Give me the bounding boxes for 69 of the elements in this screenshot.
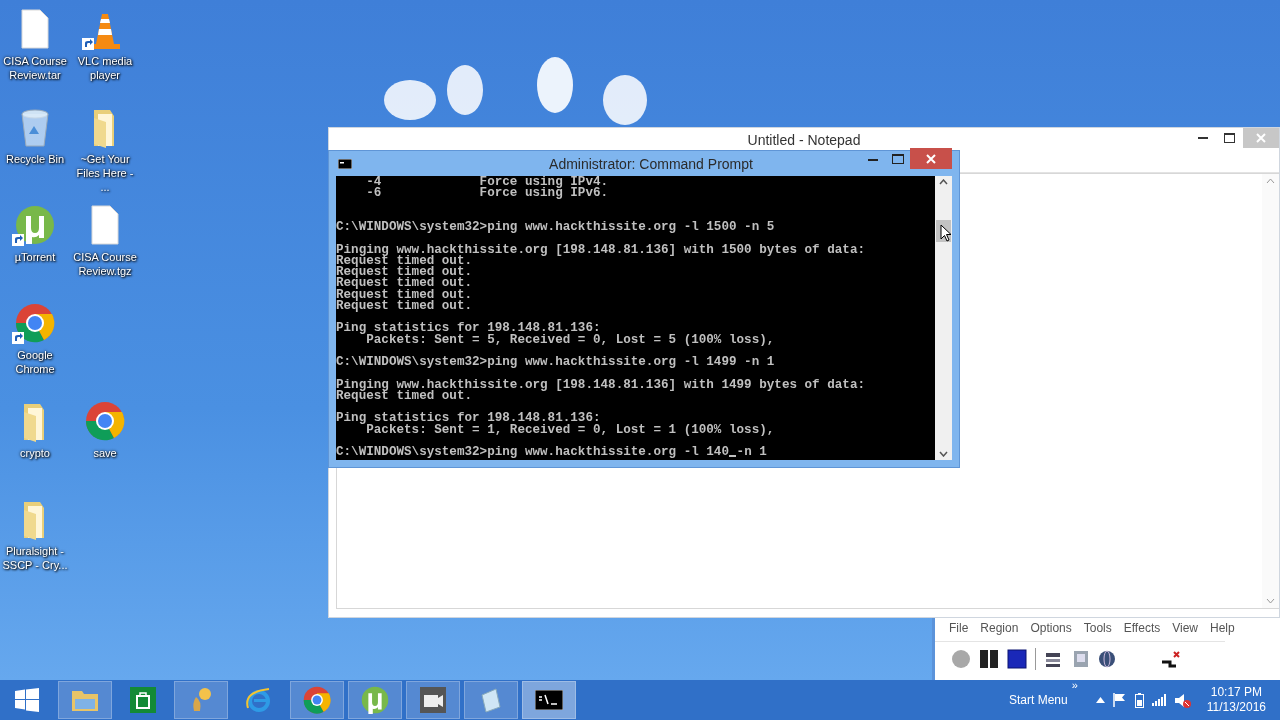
maximize-icon — [1224, 133, 1235, 143]
terminal-icon — [535, 690, 563, 710]
console-line: Pinging www.hackthissite.org [198.148.81.136] with 1499 bytes of data: — [336, 379, 867, 391]
notepad-icon — [478, 687, 504, 713]
globe-button[interactable] — [1098, 650, 1116, 668]
console-line: C:\WINDOWS\system32>ping www.hackthissite.org -l 140 — [336, 447, 729, 459]
chevron[interactable]: » — [1071, 679, 1078, 691]
taskbar-button[interactable] — [406, 681, 460, 719]
console-line: Request timed out. — [336, 278, 474, 290]
menu-item[interactable]: View — [1168, 621, 1202, 641]
window-button[interactable] — [1072, 650, 1090, 668]
console-line: Packets: Sent = 1, Received = 0, Lost = 1 (100% loss), — [365, 424, 776, 436]
console-line: Request timed out. — [336, 390, 473, 402]
muted-speaker-icon[interactable] — [1174, 692, 1191, 708]
window-title: Administrator: Command Prompt — [549, 155, 753, 172]
console-line: Packets: Sent = 5, Received = 0, Lost = 5 (100% loss), — [365, 334, 776, 346]
torrent-icon — [361, 686, 389, 714]
desktop-icon-label[interactable]: CISA Course Review.tgz — [71, 250, 139, 278]
console-line: Request timed out. — [336, 255, 473, 267]
pause-button[interactable] — [979, 649, 999, 669]
taskbar-button[interactable] — [522, 681, 576, 719]
console-line: Ping statistics for 198.148.81.136: — [336, 413, 601, 425]
date: 11/13/2016 — [1206, 700, 1266, 715]
close-button[interactable] — [910, 148, 952, 169]
menu-item[interactable]: File — [945, 621, 973, 641]
text-cursor — [729, 455, 736, 458]
time: 10:17 PM — [1210, 685, 1263, 700]
shopping-bag-icon — [130, 687, 156, 713]
desktop-icon-label[interactable]: ~Get Your Files Here - ... — [71, 152, 139, 194]
clock[interactable]: 10:17 PM 11/13/2016 — [1206, 685, 1266, 715]
menu-item[interactable]: Help — [1206, 621, 1239, 641]
close-icon — [1256, 133, 1266, 143]
desktop-icon-label[interactable]: save — [71, 446, 139, 460]
console-line: C:\WINDOWS\system32>ping www.hackthissite.org -l 1500 -n 5 — [336, 222, 776, 234]
mouse-pointer-icon — [940, 224, 952, 242]
desktop-icon-label[interactable]: crypto — [1, 446, 69, 460]
console-line: -6 Force using IPv6. — [365, 188, 610, 200]
camera-icon — [420, 687, 446, 713]
chrome-icon — [303, 686, 331, 714]
maximize-icon — [891, 153, 904, 164]
stop-button[interactable] — [1007, 649, 1027, 669]
crop-button[interactable] — [1160, 650, 1180, 668]
window-title: Untitled - Notepad — [747, 132, 861, 149]
toolbar-label[interactable]: Start Menu — [1009, 693, 1068, 707]
close-icon — [926, 153, 936, 164]
menu-item[interactable]: Region — [976, 621, 1023, 641]
terminal-icon — [338, 158, 352, 169]
console-line: -n 1 — [736, 447, 767, 459]
desktop-icon-label[interactable]: CISA Course Review.tar — [1, 54, 69, 82]
console-line: Request timed out. — [336, 289, 474, 301]
menu-item[interactable]: Tools — [1079, 621, 1116, 641]
desktop-icon-label[interactable]: VLC media player — [71, 54, 139, 82]
signal-icon[interactable] — [1151, 694, 1167, 706]
menu-item[interactable]: Options — [1026, 621, 1076, 641]
up-arrow-icon[interactable] — [1095, 697, 1105, 703]
desktop-icon-label[interactable]: µTorrent — [1, 250, 69, 264]
windows-logo-icon — [15, 688, 39, 712]
desktop-icon-label[interactable]: Recycle Bin — [1, 152, 69, 166]
desktop-icon-label[interactable]: Pluralsight - SSCP - Cry... — [1, 544, 69, 572]
battery-icon[interactable] — [1134, 692, 1144, 708]
menu-item[interactable]: Effects — [1119, 621, 1165, 641]
console-line: Pinging www.hackthissite.org [198.148.81.136] with 1500 bytes of data: — [336, 244, 867, 256]
globe-e-icon — [245, 686, 273, 714]
desktop-icon-label[interactable]: Google Chrome — [1, 348, 69, 376]
console-line: C:\WINDOWS\system32>ping www.hackthissite.org -l 1499 -n 1 — [336, 357, 776, 369]
console-line: Request timed out. — [336, 300, 474, 312]
flag-icon[interactable] — [1112, 693, 1127, 707]
console-line: Ping statistics for 198.148.81.136: — [336, 323, 601, 335]
scrollbar[interactable] — [935, 176, 952, 460]
